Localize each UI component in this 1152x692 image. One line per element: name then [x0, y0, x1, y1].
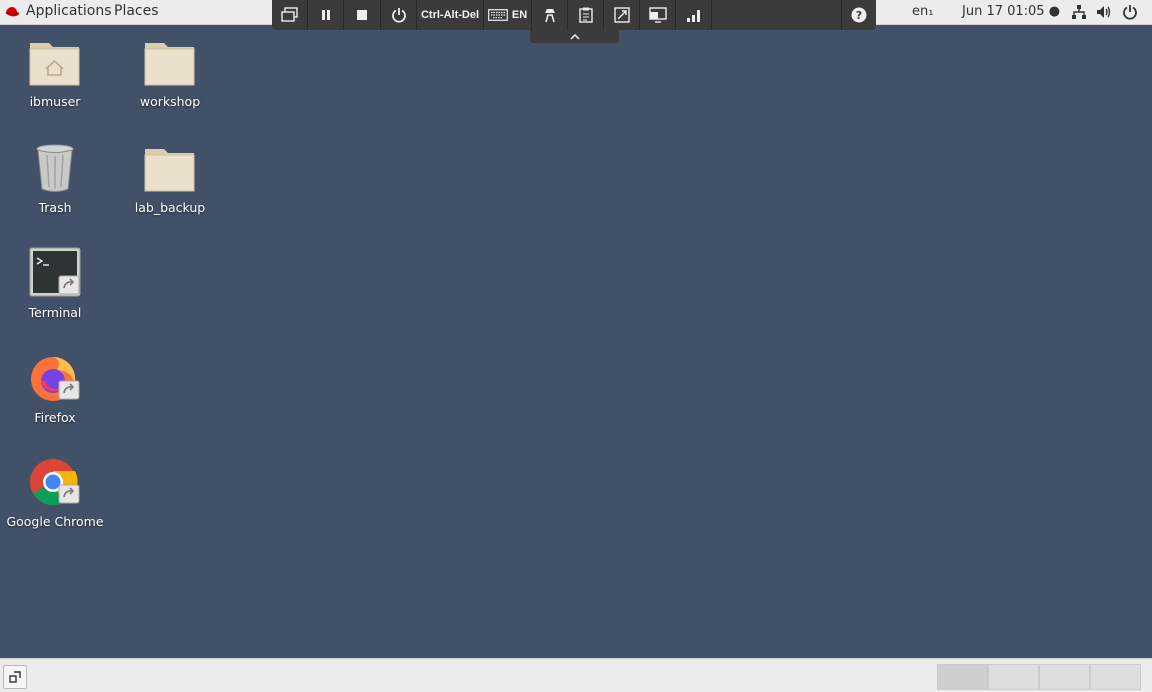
stop-icon: [357, 10, 367, 20]
trash-icon: [27, 141, 83, 197]
desktop-icon-label: ibmuser: [29, 94, 81, 109]
user-access-button[interactable]: [532, 0, 568, 30]
desktop-icon-workshop[interactable]: workshop: [115, 35, 225, 109]
chevron-up-icon: [569, 33, 580, 40]
show-desktop-button[interactable]: [3, 665, 27, 689]
display-settings-button[interactable]: [640, 0, 676, 30]
bottom-panel: [0, 658, 1152, 692]
desktop-icon-lab-backup[interactable]: lab_backup: [115, 141, 225, 215]
clipboard-button[interactable]: [568, 0, 604, 30]
desktop-icon-label: lab_backup: [134, 200, 206, 215]
input-language-indicator[interactable]: en₁: [912, 4, 933, 19]
applications-menu[interactable]: Applications: [4, 3, 112, 19]
firefox-icon: [27, 351, 83, 407]
svg-text:?: ?: [856, 9, 862, 22]
connection-quality-button[interactable]: [676, 0, 712, 30]
vm-toolbar: Ctrl-Alt-Del EN ?: [272, 0, 876, 30]
keyboard-icon: [487, 9, 508, 21]
desktop-icon-label: Terminal: [28, 305, 82, 320]
screens-icon: [280, 7, 298, 22]
desktop-icon-firefox[interactable]: Firefox: [0, 351, 110, 425]
desktop-icon-label: Google Chrome: [6, 514, 104, 529]
workspace-1[interactable]: [937, 664, 988, 690]
home-folder-icon: [27, 35, 83, 91]
terminal-icon: [27, 246, 83, 302]
places-label: Places: [114, 3, 159, 19]
power-icon: [391, 8, 406, 23]
resize-icon: [613, 7, 630, 23]
fit-screen-button[interactable]: [604, 0, 640, 30]
desktop-icon-label: Trash: [38, 200, 72, 215]
volume-icon[interactable]: [1096, 4, 1112, 20]
chrome-icon: [27, 455, 83, 511]
spy-icon: [544, 9, 555, 23]
clipboard-icon: [578, 7, 593, 23]
vm-toolbar-collapse-handle[interactable]: [530, 30, 619, 43]
desktop-icon-google-chrome[interactable]: Google Chrome: [0, 455, 110, 529]
keyboard-language-label: EN: [511, 9, 528, 21]
workspace-2[interactable]: [988, 664, 1039, 690]
workspace-4[interactable]: [1090, 664, 1141, 690]
clock[interactable]: Jun 17 01:05 ●: [962, 4, 1060, 19]
desktop-icon-trash[interactable]: Trash: [0, 141, 110, 215]
applications-label: Applications: [26, 3, 112, 19]
monitor-icon: [648, 7, 667, 23]
keyboard-language-button[interactable]: EN: [484, 0, 532, 30]
vm-power-button[interactable]: [381, 0, 417, 30]
power-icon[interactable]: [1122, 4, 1138, 20]
ctrl-alt-del-button[interactable]: Ctrl-Alt-Del: [417, 0, 484, 30]
pause-icon: [321, 10, 330, 20]
ctrl-alt-del-label: Ctrl-Alt-Del: [420, 9, 480, 21]
places-menu[interactable]: Places: [114, 3, 159, 19]
desktop-icon-label: Firefox: [34, 410, 76, 425]
help-button[interactable]: ?: [841, 0, 876, 30]
desktop-icon-label: workshop: [139, 94, 201, 109]
help-icon: ?: [851, 7, 867, 23]
workspace-3[interactable]: [1039, 664, 1090, 690]
network-icon[interactable]: [1071, 4, 1087, 20]
folder-icon: [142, 35, 198, 91]
desktop-icon-terminal[interactable]: Terminal: [0, 246, 110, 320]
show-desktop-icon: [9, 671, 21, 683]
desktop-icon-ibmuser[interactable]: ibmuser: [0, 35, 110, 109]
folder-icon: [142, 141, 198, 197]
signal-icon: [686, 10, 700, 22]
stop-button[interactable]: [344, 0, 381, 30]
switch-screen-button[interactable]: [272, 0, 308, 30]
pause-button[interactable]: [308, 0, 344, 30]
redhat-icon: [5, 7, 20, 17]
